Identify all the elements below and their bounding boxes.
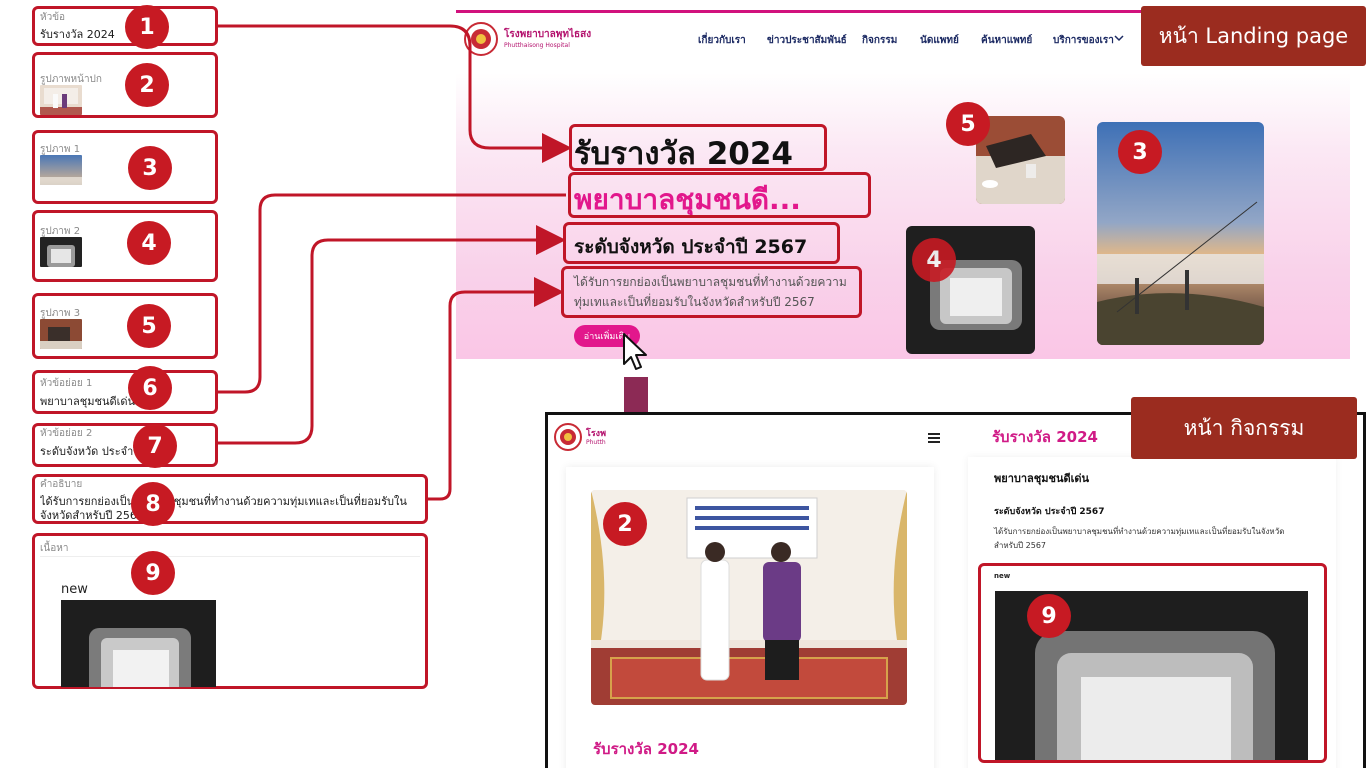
activity-logo-subname: Phutth: [586, 439, 606, 446]
activity-heading: พยาบาลชุมชนดีเด่น: [994, 472, 1090, 485]
activity-title-bottom: รับรางวัล 2024: [593, 740, 699, 758]
badge-activity-2: 2: [603, 502, 647, 546]
activity-page-tag: หน้า กิจกรรม: [1131, 397, 1357, 459]
activity-desc-line2: สำหรับปี 2567: [994, 541, 1047, 550]
activity-hospital-logo[interactable]: [554, 423, 582, 451]
activity-desc-line1: ได้รับการยกย่องเป็นพยาบาลชุมชนที่ทำงานด้…: [994, 527, 1285, 536]
activity-title-top: รับรางวัล 2024: [992, 428, 1098, 446]
badge-activity-9: 9: [1027, 594, 1071, 638]
activity-subheading: ระดับจังหวัด ประจำปี 2567: [994, 507, 1105, 517]
activity-logo-name: โรงพ: [586, 429, 606, 439]
activity-content-highlight: [978, 563, 1327, 763]
hamburger-menu-icon[interactable]: [928, 433, 940, 443]
